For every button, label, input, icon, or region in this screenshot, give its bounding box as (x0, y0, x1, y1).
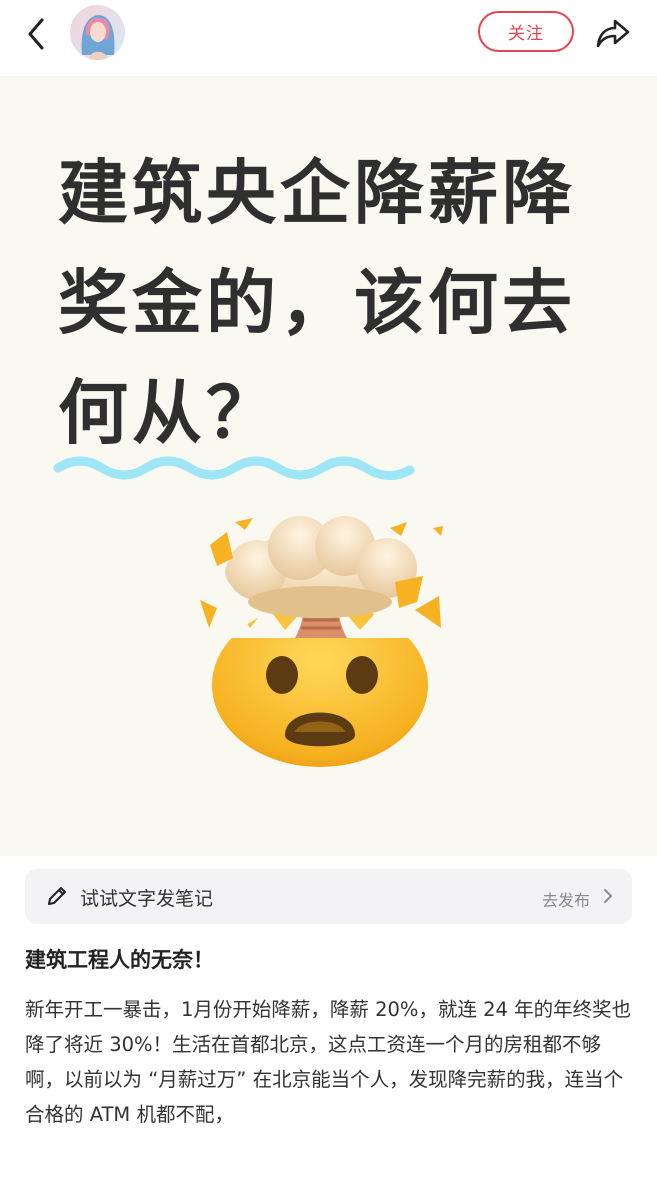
pencil-icon (48, 887, 66, 905)
cover-title: 建筑央企降薪降奖金的，该何去何从？ (58, 152, 576, 454)
prompt-text: 试试文字发笔记 (80, 888, 214, 910)
chevron-right-icon[interactable] (602, 887, 614, 905)
wavy-underline (53, 456, 415, 480)
share-arrow-icon[interactable] (594, 14, 632, 52)
avatar[interactable] (70, 5, 125, 60)
chevron-left-icon[interactable] (22, 14, 54, 54)
post-title: 建筑工程人的无奈！ (25, 948, 214, 972)
top-bar: 关注 (0, 0, 657, 70)
follow-button[interactable]: 关注 (478, 11, 574, 52)
text-note-prompt-bar[interactable]: 试试文字发笔记 去发布 (25, 869, 632, 924)
post-body: 新年开工一暴击，1月份开始降薪，降薪 20%，就连 24 年的年终奖也降了将近 … (25, 998, 632, 1126)
publish-link[interactable]: 去发布 (542, 887, 590, 911)
exploding-head-emoji (200, 516, 443, 767)
